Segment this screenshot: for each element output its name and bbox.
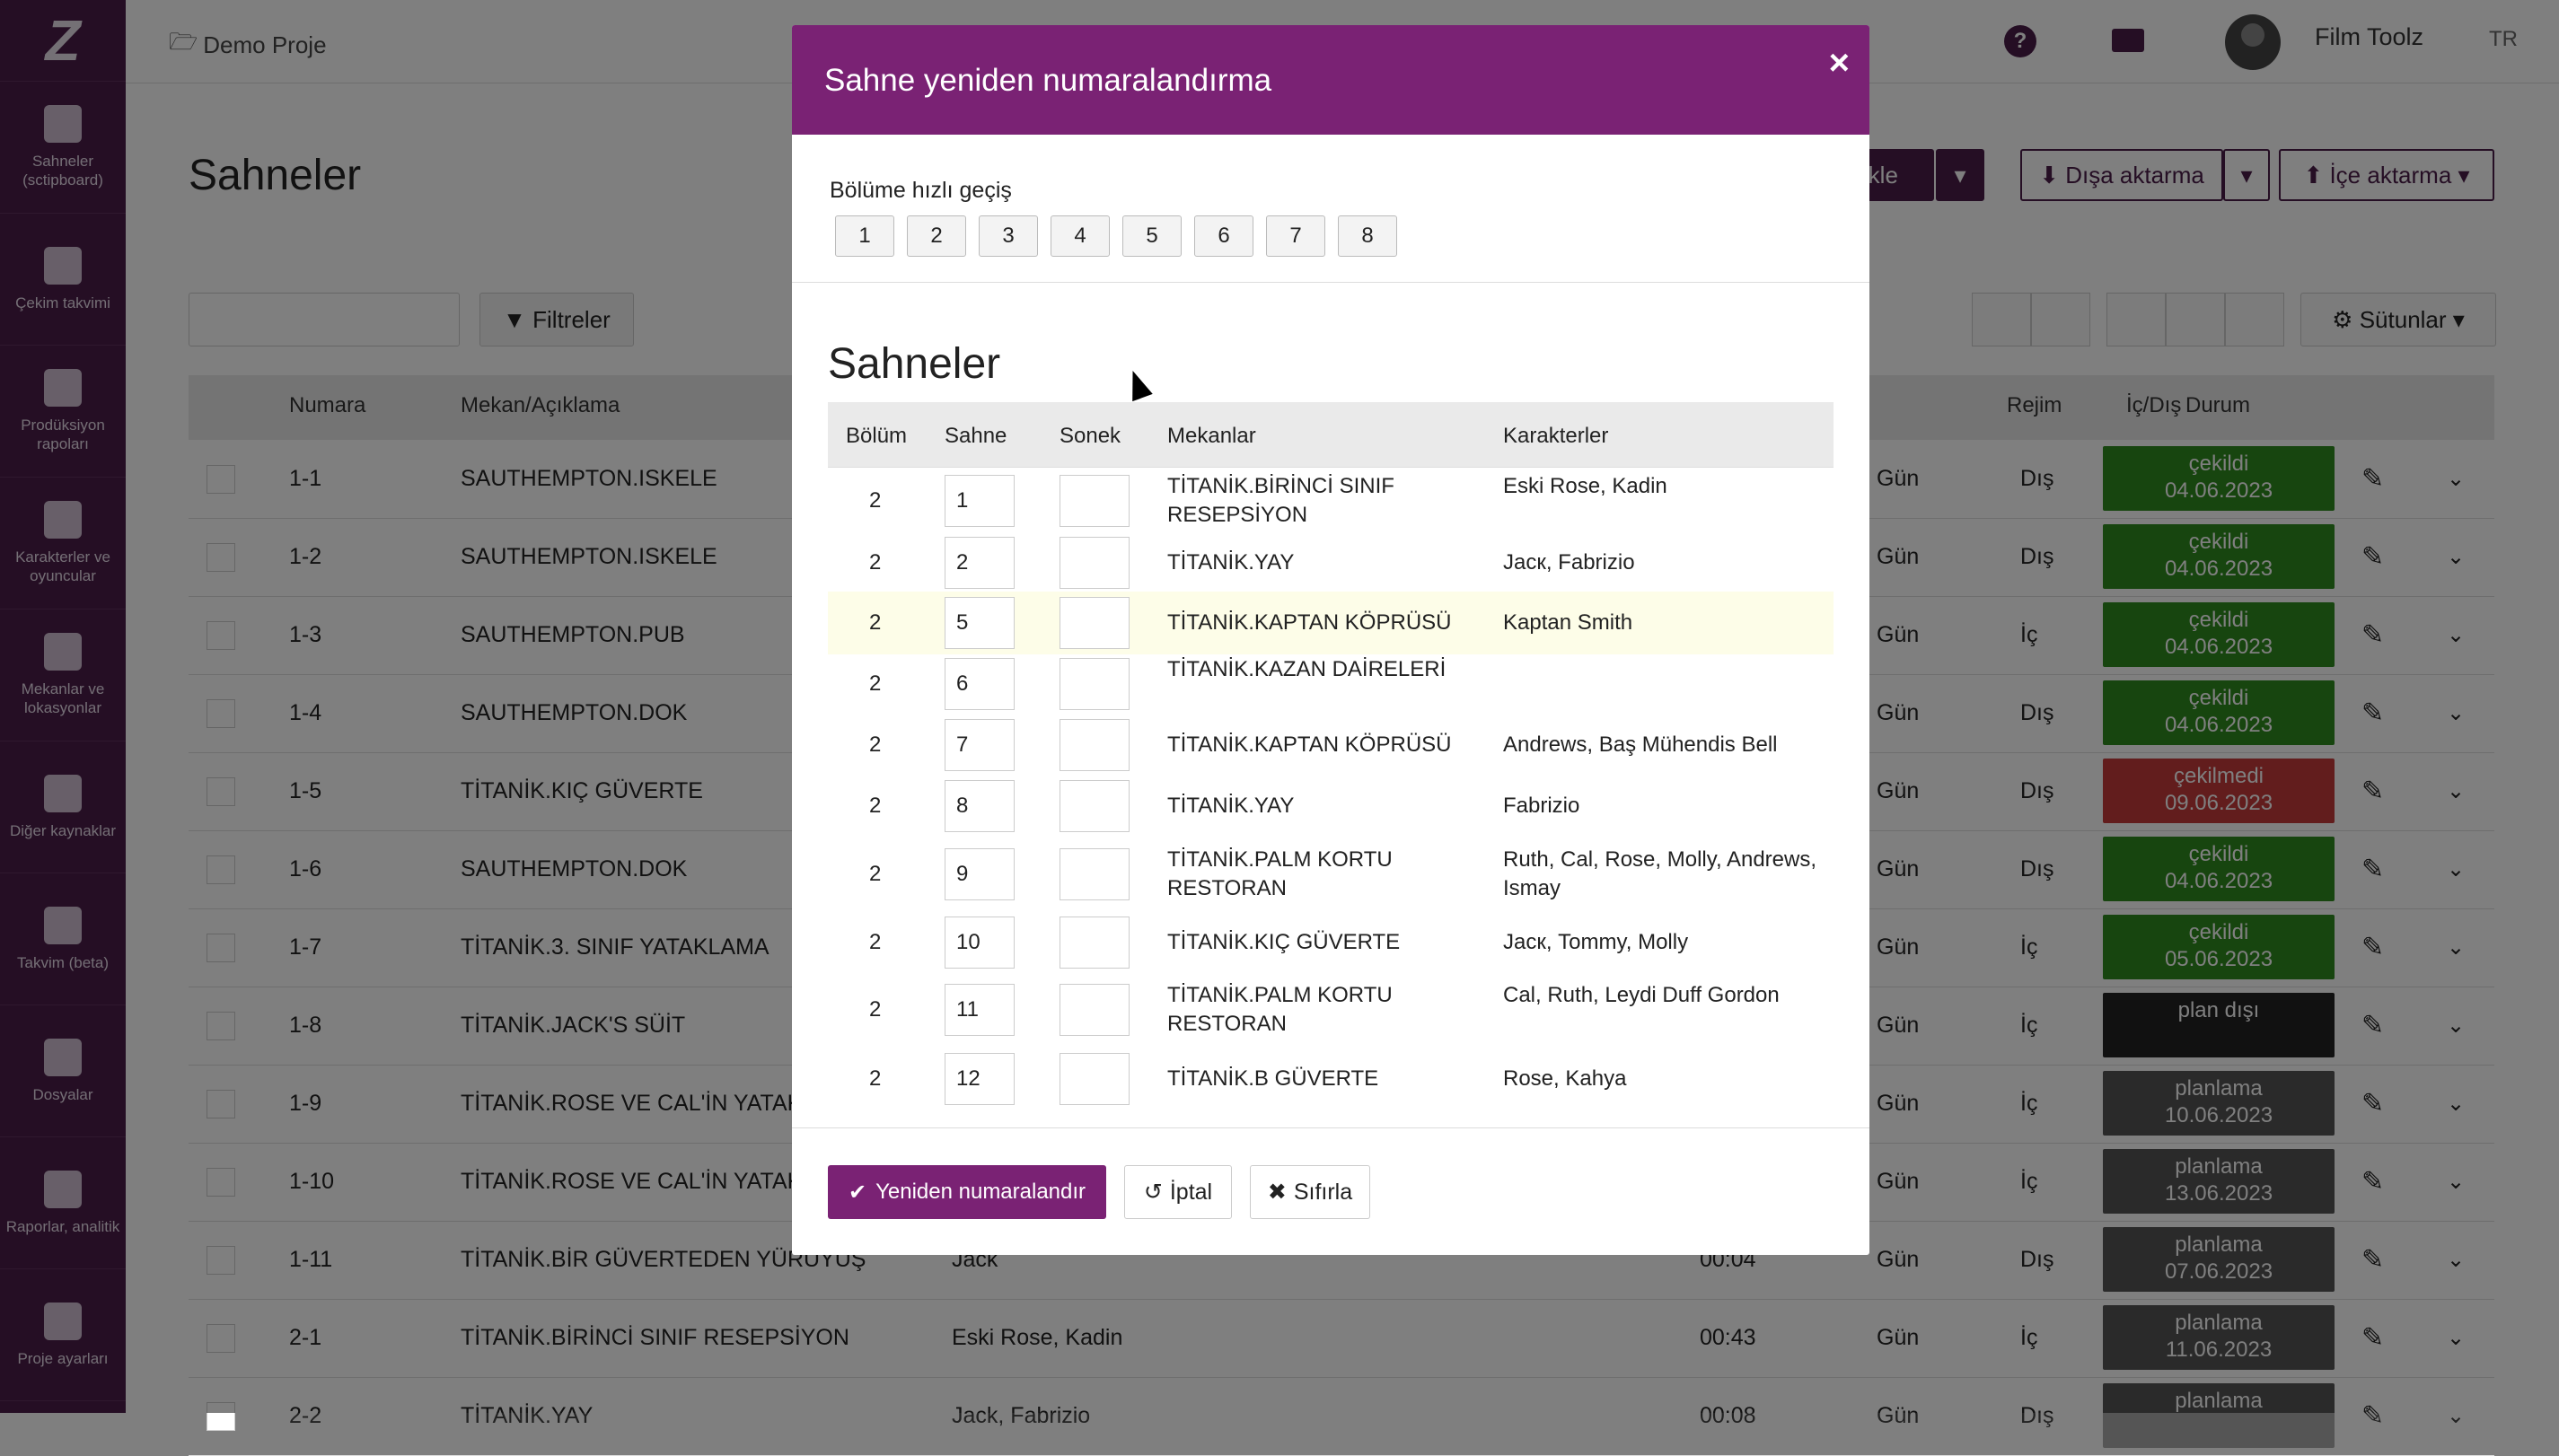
row-characters: Jacк, Tommy, Molly bbox=[1503, 930, 1689, 954]
suffix-input[interactable] bbox=[1060, 475, 1130, 527]
row-location: TİTANİK.KAPTAN KÖPRÜSÜ bbox=[1167, 610, 1452, 635]
suffix-input[interactable] bbox=[1060, 537, 1130, 589]
row-episode: 2 bbox=[869, 732, 882, 757]
row-location: TİTANİK.KAPTAN KÖPRÜSÜ bbox=[1167, 732, 1452, 757]
scene-row: 2 7 TİTANİK.KAPTAN KÖPRÜSÜ Andrews, Baş Müh… bbox=[828, 714, 1834, 776]
scene-number-input[interactable]: 8 bbox=[945, 780, 1015, 832]
scenes-subtitle: Sahneler bbox=[828, 340, 1001, 388]
col-episode: Bölüm bbox=[846, 424, 908, 448]
scene-row: 2 2 TİTANİK.YAY Jacк, Fabrizio bbox=[828, 534, 1834, 592]
row-episode: 2 bbox=[869, 997, 882, 1022]
row-episode: 2 bbox=[869, 610, 882, 635]
scene-number-input[interactable]: 12 bbox=[945, 1053, 1015, 1105]
scene-number-input[interactable]: 1 bbox=[945, 475, 1015, 527]
row-characters: Rose, Kahya bbox=[1503, 1066, 1627, 1091]
row-episode: 2 bbox=[869, 1066, 882, 1091]
episode-jump-button[interactable]: 3 bbox=[979, 215, 1038, 257]
row-characters: Kaptan Smith bbox=[1503, 610, 1633, 635]
scene-row: 2 10 TİTANİK.KIÇ GÜVERTE Jacк, Tommy, Molly bbox=[828, 913, 1834, 972]
scene-row: 2 6 TİTANİK.KAZAN DAİRELERİ bbox=[828, 654, 1834, 714]
modal-title: Sahne yeniden numaralandırma bbox=[824, 63, 1272, 98]
col-scene: Sahne bbox=[945, 424, 1007, 448]
episode-jump-button[interactable]: 4 bbox=[1051, 215, 1110, 257]
close-x-icon: ✖ bbox=[1267, 1180, 1287, 1205]
suffix-input[interactable] bbox=[1060, 1053, 1130, 1105]
scene-row: 2 5 TİTANİK.KAPTAN KÖPRÜSÜ Kaptan Smith bbox=[828, 592, 1834, 654]
renumber-modal: Sahne yeniden numaralandırma × Bölüme hı… bbox=[792, 25, 1869, 1255]
col-locations: Mekanlar bbox=[1167, 424, 1256, 448]
scene-number-input[interactable]: 5 bbox=[945, 597, 1015, 649]
modal-header: Sahne yeniden numaralandırma × bbox=[792, 25, 1869, 135]
row-characters: Andrews, Baş Mühendis Bell bbox=[1503, 732, 1778, 757]
row-characters: Ruth, Cal, Rose, Molly, Andrews, Ismay bbox=[1503, 847, 1817, 900]
quick-jump-buttons: 12345678 bbox=[835, 215, 1397, 257]
check-icon: ✔ bbox=[848, 1180, 867, 1205]
scene-number-input[interactable]: 7 bbox=[945, 719, 1015, 771]
row-location: TİTANİK.PALM KORTU RESTORAN bbox=[1167, 847, 1393, 900]
suffix-input[interactable] bbox=[1060, 597, 1130, 649]
suffix-input[interactable] bbox=[1060, 848, 1130, 900]
suffix-input[interactable] bbox=[1060, 780, 1130, 832]
row-location: TİTANİK.KIÇ GÜVERTE bbox=[1167, 930, 1401, 954]
col-characters: Karakterler bbox=[1503, 424, 1609, 448]
reset-button[interactable]: ✖ Sıfırla bbox=[1250, 1165, 1370, 1219]
episode-jump-button[interactable]: 5 bbox=[1122, 215, 1182, 257]
scenes-table: Bölüm Sahne Sonek Mekanlar Karakterler 2… bbox=[828, 402, 1834, 1110]
row-episode: 2 bbox=[869, 930, 882, 954]
reset-label: Sıfırla bbox=[1293, 1179, 1353, 1205]
app-background: Z clapperboard-iconSahneler (sctipboard)… bbox=[0, 0, 2559, 1456]
scene-row: 2 8 TİTANİK.YAY Fabrizio bbox=[828, 776, 1834, 836]
row-characters: Fabrizio bbox=[1503, 794, 1580, 818]
row-location: TİTANİK.B GÜVERTE bbox=[1167, 1066, 1379, 1091]
undo-icon: ↺ bbox=[1143, 1180, 1163, 1205]
cancel-button[interactable]: ↺ İptal bbox=[1124, 1165, 1232, 1219]
suffix-input[interactable] bbox=[1060, 917, 1130, 969]
renumber-label: Yeniden numaralandır bbox=[875, 1180, 1086, 1204]
row-episode: 2 bbox=[869, 671, 882, 696]
scene-row: 2 11 TİTANİK.PALM KORTU RESTORAN Cal, Ruth,… bbox=[828, 972, 1834, 1048]
row-location: TİTANİK.PALM KORTU RESTORAN bbox=[1167, 983, 1393, 1036]
row-episode: 2 bbox=[869, 488, 882, 513]
row-characters: Eski Rose, Kadin bbox=[1503, 474, 1667, 498]
suffix-input[interactable] bbox=[1060, 658, 1130, 710]
scene-number-input[interactable]: 2 bbox=[945, 537, 1015, 589]
scene-number-input[interactable]: 9 bbox=[945, 848, 1015, 900]
scenes-table-header: Bölüm Sahne Sonek Mekanlar Karakterler bbox=[828, 402, 1834, 468]
row-location: TİTANİK.BİRİNCİ SINIF RESEPSİYON bbox=[1167, 474, 1394, 527]
episode-jump-button[interactable]: 2 bbox=[907, 215, 966, 257]
modal-footer-divider bbox=[792, 1127, 1869, 1128]
scene-number-input[interactable]: 10 bbox=[945, 917, 1015, 969]
scene-number-input[interactable]: 6 bbox=[945, 658, 1015, 710]
row-episode: 2 bbox=[869, 550, 882, 575]
row-location: TİTANİK.YAY bbox=[1167, 794, 1295, 818]
scene-row: 2 12 TİTANİK.B GÜVERTE Rose, Kahya bbox=[828, 1048, 1834, 1110]
cancel-label: İptal bbox=[1169, 1179, 1213, 1205]
divider bbox=[792, 282, 1869, 283]
scene-row: 2 1 TİTANİK.BİRİNCİ SINIF RESEPSİYON Eski R… bbox=[828, 468, 1834, 534]
episode-jump-button[interactable]: 6 bbox=[1194, 215, 1253, 257]
row-characters: Cal, Ruth, Leydi Duff Gordon bbox=[1503, 983, 1780, 1007]
episode-jump-button[interactable]: 8 bbox=[1338, 215, 1397, 257]
close-icon[interactable]: × bbox=[1829, 43, 1850, 83]
suffix-input[interactable] bbox=[1060, 984, 1130, 1036]
episode-jump-button[interactable]: 7 bbox=[1266, 215, 1325, 257]
row-episode: 2 bbox=[869, 862, 882, 886]
suffix-input[interactable] bbox=[1060, 719, 1130, 771]
quick-jump-label: Bölüme hızlı geçiş bbox=[830, 178, 1012, 203]
row-location: TİTANİK.YAY bbox=[1167, 550, 1295, 575]
col-suffix: Sonek bbox=[1060, 424, 1121, 448]
row-location: TİTANİK.KAZAN DAİRELERİ bbox=[1167, 657, 1447, 681]
row-characters: Jacк, Fabrizio bbox=[1503, 550, 1635, 575]
row-episode: 2 bbox=[869, 794, 882, 818]
scene-number-input[interactable]: 11 bbox=[945, 984, 1015, 1036]
scene-row: 2 9 TİTANİK.PALM KORTU RESTORAN Ruth, Cal, … bbox=[828, 836, 1834, 913]
episode-jump-button[interactable]: 1 bbox=[835, 215, 894, 257]
renumber-button[interactable]: ✔ Yeniden numaralandır bbox=[828, 1165, 1106, 1219]
